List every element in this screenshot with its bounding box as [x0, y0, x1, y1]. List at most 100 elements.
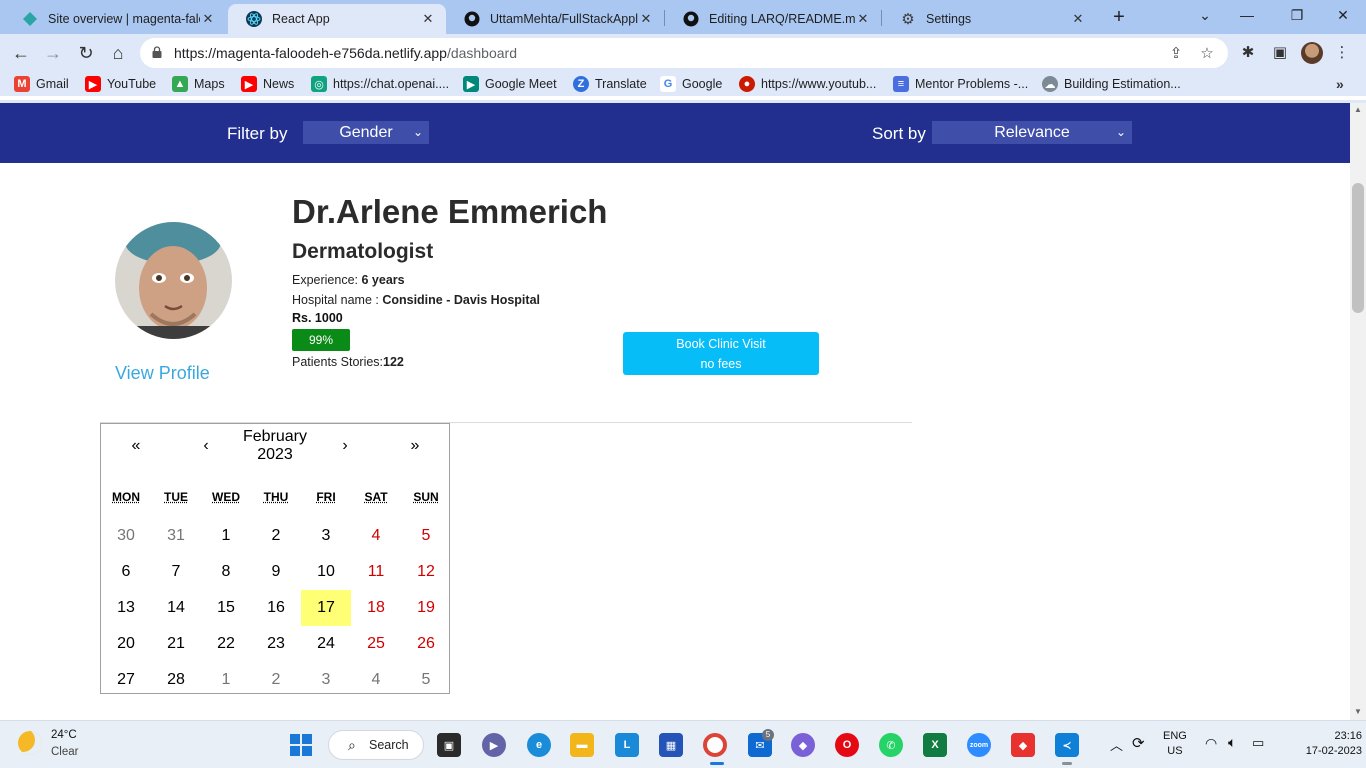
task-view-icon[interactable]: ▣: [437, 733, 461, 757]
scrollbar-thumb[interactable]: [1352, 183, 1364, 313]
calendar-day[interactable]: 9: [251, 554, 301, 590]
view-profile-link[interactable]: View Profile: [115, 363, 210, 384]
close-icon[interactable]: ✕: [855, 11, 871, 27]
opera-icon[interactable]: O: [835, 733, 859, 757]
weather-description[interactable]: Clear: [51, 746, 78, 758]
tray-overflow-icon[interactable]: ︿: [1110, 735, 1123, 754]
teams-chat-icon[interactable]: ▶: [482, 733, 506, 757]
close-icon[interactable]: ✕: [420, 11, 436, 27]
calendar-day[interactable]: 1: [201, 518, 251, 554]
bookmark-translate[interactable]: Z Translate: [573, 76, 647, 92]
calendar-prev-year-button[interactable]: «: [111, 424, 161, 468]
calendar-day[interactable]: 30: [101, 518, 151, 554]
calendar-prev-month-button[interactable]: ‹: [181, 424, 231, 468]
reload-icon[interactable]: ↻: [75, 42, 97, 64]
home-icon[interactable]: ⌂: [107, 42, 129, 64]
minimize-button[interactable]: —: [1236, 4, 1258, 26]
sync-icon[interactable]: ⟳: [1132, 734, 1145, 752]
calendar-day[interactable]: 11: [351, 554, 401, 590]
close-window-button[interactable]: ✕: [1332, 4, 1354, 26]
sort-select[interactable]: Relevance ⌄: [932, 121, 1132, 144]
calendar-day[interactable]: 8: [201, 554, 251, 590]
excel-icon[interactable]: X: [923, 733, 947, 757]
zoom-icon[interactable]: zoom: [967, 733, 991, 757]
scroll-down-icon[interactable]: ▼: [1350, 707, 1366, 716]
share-icon[interactable]: ⇪: [1167, 45, 1185, 63]
calendar-day[interactable]: 23: [251, 626, 301, 662]
bookmark-google-meet[interactable]: ▶ Google Meet: [463, 76, 557, 92]
restore-button[interactable]: ❐: [1286, 4, 1308, 26]
calendar-day[interactable]: 27: [101, 662, 151, 698]
vscode-icon[interactable]: ≺: [1055, 733, 1079, 757]
calendar-day[interactable]: 12: [401, 554, 451, 590]
calendar-day[interactable]: 28: [151, 662, 201, 698]
calendar-day[interactable]: 16: [251, 590, 301, 626]
calendar-day[interactable]: 3: [301, 518, 351, 554]
calendar-day[interactable]: 5: [401, 662, 451, 698]
calendar-day[interactable]: 2: [251, 662, 301, 698]
calendar-day[interactable]: 17: [301, 590, 351, 626]
volume-icon[interactable]: 🔈︎: [1228, 734, 1236, 751]
store-icon[interactable]: ▦: [659, 733, 683, 757]
whatsapp-icon[interactable]: ✆: [879, 733, 903, 757]
scroll-up-icon[interactable]: ▲: [1350, 105, 1366, 114]
calendar-day[interactable]: 20: [101, 626, 151, 662]
bookmark-youtube[interactable]: ▶ YouTube: [85, 76, 156, 92]
l-app-icon[interactable]: L: [615, 733, 639, 757]
close-icon[interactable]: ✕: [1070, 11, 1086, 27]
menu-icon[interactable]: ⋮: [1331, 42, 1353, 64]
tab-site-overview[interactable]: Site overview | magenta-faloodeh ✕: [4, 4, 226, 34]
calendar-day[interactable]: 14: [151, 590, 201, 626]
weather-moon-icon[interactable]: [18, 731, 42, 755]
calendar-day[interactable]: 10: [301, 554, 351, 590]
bookmark-google[interactable]: G Google: [660, 76, 722, 92]
calendar-day[interactable]: 1: [201, 662, 251, 698]
calendar-day[interactable]: 31: [151, 518, 201, 554]
bookmark-maps[interactable]: ▲ Maps: [172, 76, 225, 92]
calendar-day[interactable]: 2: [251, 518, 301, 554]
calendar-day[interactable]: 25: [351, 626, 401, 662]
calendar-next-year-button[interactable]: »: [390, 424, 440, 468]
bookmark-youtube-link[interactable]: ● https://www.youtub...: [739, 76, 876, 92]
bookmark-mentor-problems[interactable]: ≡ Mentor Problems -...: [893, 76, 1028, 92]
new-tab-button[interactable]: +: [1108, 6, 1130, 28]
tab-search-icon[interactable]: ⌄: [1194, 4, 1216, 26]
close-icon[interactable]: ✕: [200, 11, 216, 27]
calendar-day[interactable]: 22: [201, 626, 251, 662]
taskbar-search[interactable]: ⌕ Search: [328, 730, 424, 760]
bookmark-star-icon[interactable]: ☆: [1198, 45, 1216, 63]
wifi-icon[interactable]: ◠: [1205, 735, 1217, 752]
anydesk-icon[interactable]: ◆: [1011, 733, 1035, 757]
close-icon[interactable]: ✕: [638, 11, 654, 27]
calendar-day[interactable]: 24: [301, 626, 351, 662]
file-explorer-icon[interactable]: ▬: [570, 733, 594, 757]
calendar-day[interactable]: 15: [201, 590, 251, 626]
calendar-day[interactable]: 3: [301, 662, 351, 698]
windows-start-icon[interactable]: [289, 733, 313, 757]
battery-icon[interactable]: ▭: [1252, 735, 1264, 751]
copilot-icon[interactable]: ◆: [791, 733, 815, 757]
calendar-day[interactable]: 4: [351, 518, 401, 554]
chrome-icon[interactable]: [703, 733, 727, 757]
calendar-day[interactable]: 7: [151, 554, 201, 590]
side-panel-icon[interactable]: ▣: [1269, 42, 1291, 64]
book-clinic-visit-button[interactable]: Book Clinic Visit no fees: [623, 332, 819, 375]
page-scrollbar[interactable]: ▲ ▼: [1350, 103, 1366, 720]
weather-temperature[interactable]: 24°C: [51, 729, 77, 741]
calendar-month-label[interactable]: February 2023: [231, 428, 319, 464]
bookmarks-overflow-icon[interactable]: »: [1336, 76, 1344, 92]
calendar-day[interactable]: 6: [101, 554, 151, 590]
tab-react-app[interactable]: React App ✕: [228, 4, 446, 34]
forward-icon[interactable]: →: [42, 42, 64, 64]
bookmark-news[interactable]: ▶ News: [241, 76, 294, 92]
bookmark-building-estimation[interactable]: ☁ Building Estimation...: [1042, 76, 1181, 92]
tab-github-fullstack[interactable]: UttamMehta/FullStackApplic ✕: [446, 4, 664, 34]
extensions-icon[interactable]: ✱: [1237, 42, 1259, 64]
calendar-day[interactable]: 4: [351, 662, 401, 698]
language-indicator[interactable]: ENG US: [1163, 730, 1187, 757]
back-icon[interactable]: ←: [10, 42, 32, 64]
tab-github-editing[interactable]: Editing LARQ/README.md at ✕: [665, 4, 881, 34]
tab-settings[interactable]: ⚙ Settings ✕: [882, 4, 1096, 34]
gender-filter-select[interactable]: Gender ⌄: [303, 121, 429, 144]
lock-icon[interactable]: [152, 46, 162, 58]
